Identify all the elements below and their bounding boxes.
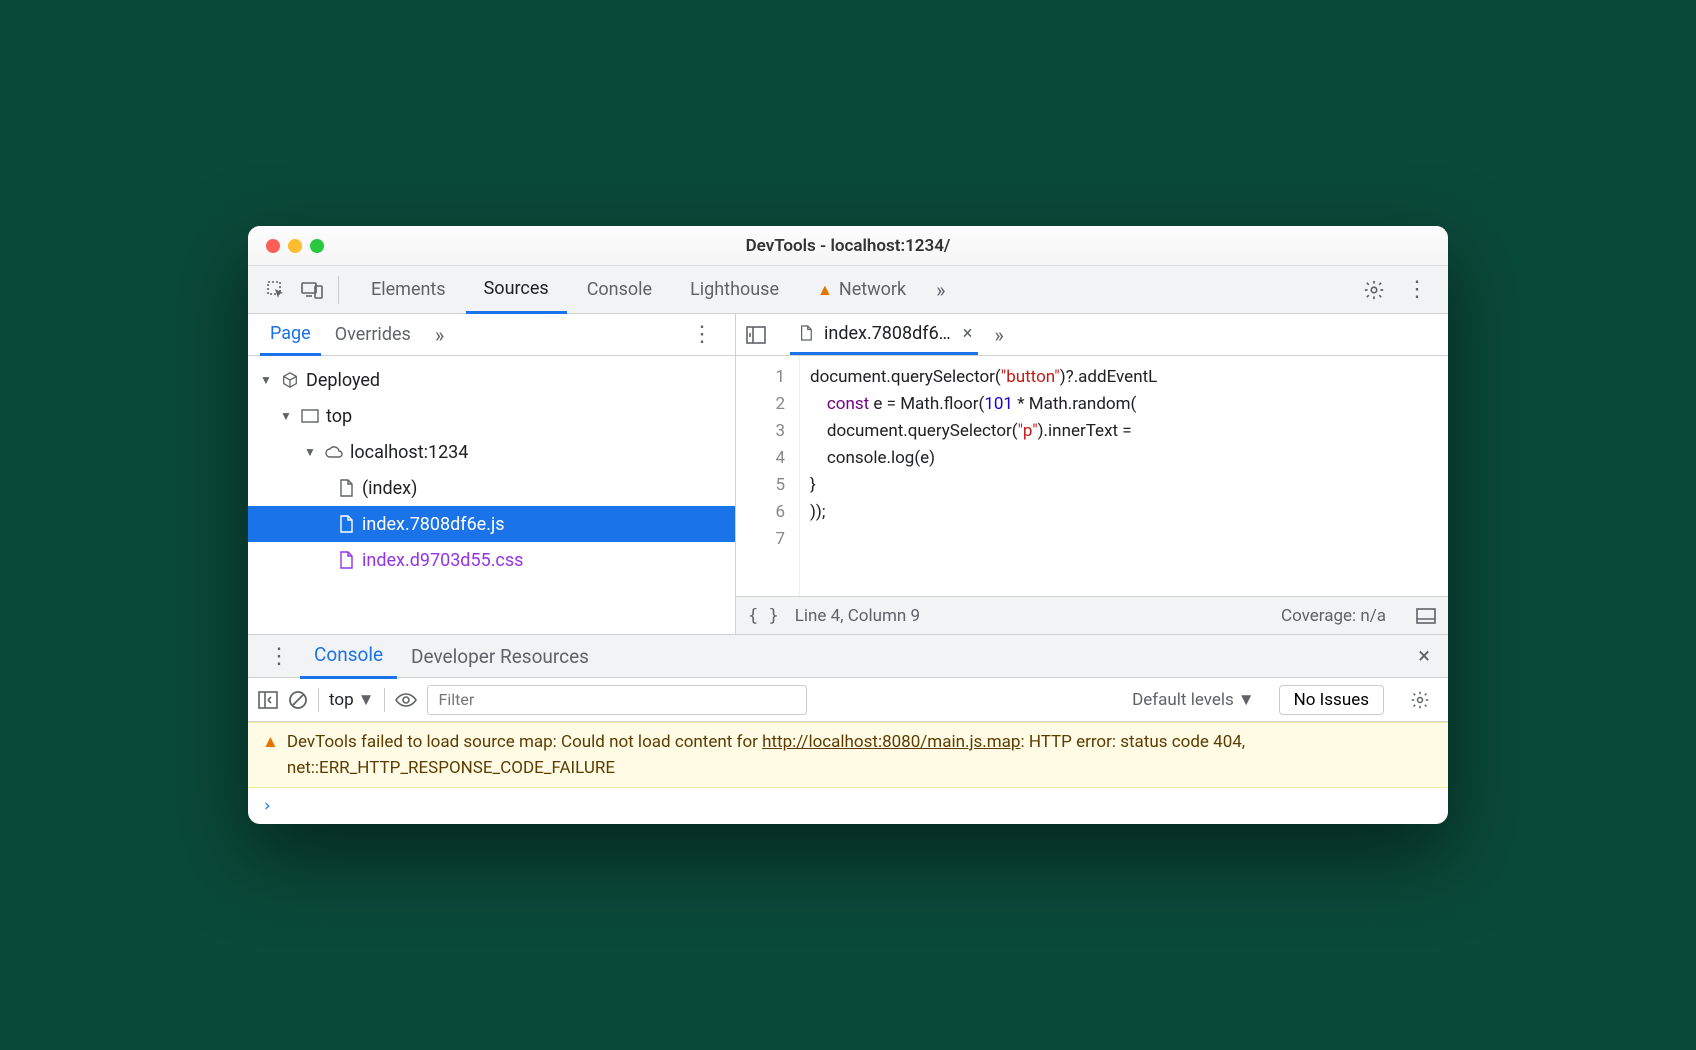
kebab-menu-icon[interactable]: ⋮	[1396, 277, 1438, 302]
nav-kebab-icon[interactable]: ⋮	[681, 322, 723, 347]
log-levels-selector[interactable]: Default levels ▼	[1132, 690, 1255, 710]
live-expression-icon[interactable]	[395, 692, 417, 708]
tab-sources[interactable]: Sources	[466, 266, 567, 314]
titlebar: DevTools - localhost:1234/	[248, 226, 1448, 266]
code-content[interactable]: document.querySelector("button")?.addEve…	[800, 356, 1448, 596]
navigator-panel: Page Overrides » ⋮ ▼ Deployed ▼ top	[248, 314, 736, 634]
tab-network[interactable]: ▲Network	[799, 267, 924, 312]
cube-icon	[280, 370, 300, 390]
tree-top[interactable]: ▼ top	[248, 398, 735, 434]
tab-lighthouse[interactable]: Lighthouse	[672, 267, 797, 312]
device-toggle-icon[interactable]	[294, 272, 330, 308]
frame-icon	[300, 406, 320, 426]
tree-deployed[interactable]: ▼ Deployed	[248, 362, 735, 398]
context-selector[interactable]: top ▼	[329, 690, 374, 710]
warning-icon: ▲	[262, 729, 279, 781]
editor-more-tabs-icon[interactable]: »	[984, 323, 1013, 347]
tree-file-js[interactable]: index.7808df6e.js	[248, 506, 735, 542]
cloud-icon	[324, 442, 344, 462]
devtools-window: DevTools - localhost:1234/ Elements Sour…	[248, 226, 1448, 824]
cursor-position: Line 4, Column 9	[795, 606, 920, 626]
issues-button[interactable]: No Issues	[1279, 685, 1384, 715]
toggle-debugger-icon[interactable]	[1416, 608, 1436, 624]
document-icon	[796, 323, 816, 343]
drawer-kebab-icon[interactable]: ⋮	[258, 644, 300, 669]
more-tabs-icon[interactable]: »	[926, 278, 955, 302]
drawer-tab-devresources[interactable]: Developer Resources	[397, 635, 603, 678]
nav-tab-overrides[interactable]: Overrides	[325, 315, 421, 354]
editor-statusbar: { } Line 4, Column 9 Coverage: n/a	[736, 596, 1448, 634]
console-filter-input[interactable]	[427, 685, 807, 715]
console-toolbar: top ▼ Default levels ▼ No Issues	[248, 678, 1448, 722]
settings-icon[interactable]	[1356, 272, 1392, 308]
toggle-navigator-icon[interactable]	[746, 326, 766, 344]
file-tree: ▼ Deployed ▼ top ▼ localhost:1234 (index…	[248, 356, 735, 634]
tree-file-index[interactable]: (index)	[248, 470, 735, 506]
main-content: Page Overrides » ⋮ ▼ Deployed ▼ top	[248, 314, 1448, 634]
code-editor[interactable]: 1234567 document.querySelector("button")…	[736, 356, 1448, 596]
console-prompt[interactable]: ›	[248, 788, 1448, 824]
sourcemap-link[interactable]: http://localhost:8080/main.js.map	[762, 732, 1020, 752]
format-icon[interactable]: { }	[748, 606, 779, 626]
document-icon	[336, 550, 356, 570]
console-settings-icon[interactable]	[1402, 682, 1438, 718]
navigator-tabs: Page Overrides » ⋮	[248, 314, 735, 356]
tab-console[interactable]: Console	[569, 267, 670, 312]
line-gutter: 1234567	[736, 356, 800, 596]
drawer-tabs: ⋮ Console Developer Resources ×	[248, 634, 1448, 678]
console-warning-row[interactable]: ▲ DevTools failed to load source map: Co…	[248, 722, 1448, 788]
drawer-tab-console[interactable]: Console	[300, 633, 397, 679]
close-tab-icon[interactable]: ×	[963, 323, 973, 344]
console-body: ▲ DevTools failed to load source map: Co…	[248, 722, 1448, 824]
document-icon	[336, 478, 356, 498]
nav-tab-page[interactable]: Page	[260, 314, 321, 356]
console-sidebar-toggle-icon[interactable]	[258, 691, 278, 709]
panel-tabs: Elements Sources Console Lighthouse ▲Net…	[353, 266, 1356, 314]
coverage-status: Coverage: n/a	[1281, 606, 1386, 626]
tab-elements[interactable]: Elements	[353, 267, 464, 312]
drawer-close-icon[interactable]: ×	[1410, 644, 1438, 669]
editor-tabs: index.7808df6… × »	[736, 314, 1448, 356]
clear-console-icon[interactable]	[288, 690, 308, 710]
inspect-icon[interactable]	[258, 272, 294, 308]
main-toolbar: Elements Sources Console Lighthouse ▲Net…	[248, 266, 1448, 314]
warning-text: DevTools failed to load source map: Coul…	[287, 729, 1434, 781]
tree-origin[interactable]: ▼ localhost:1234	[248, 434, 735, 470]
document-icon	[336, 514, 356, 534]
nav-more-tabs-icon[interactable]: »	[425, 323, 454, 347]
window-title: DevTools - localhost:1234/	[248, 236, 1448, 256]
editor-tab-active[interactable]: index.7808df6… ×	[790, 315, 978, 355]
warning-icon: ▲	[817, 280, 833, 300]
source-panel: index.7808df6… × » 1234567 document.quer…	[736, 314, 1448, 634]
tree-file-css[interactable]: index.d9703d55.css	[248, 542, 735, 578]
